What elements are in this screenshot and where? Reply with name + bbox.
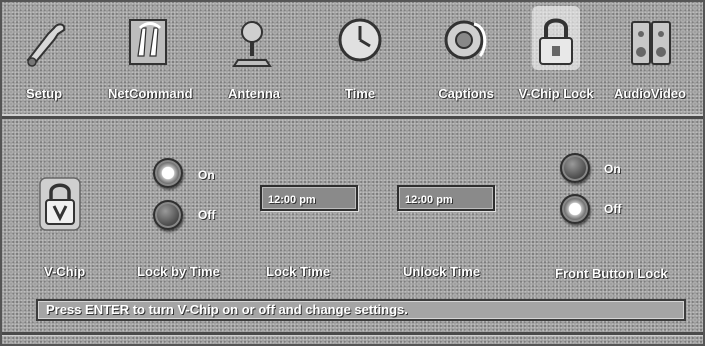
- lock-by-time-label: Lock by Time: [137, 264, 220, 279]
- menu-item-time[interactable]: Time: [320, 12, 400, 108]
- front-button-lock-off-radio[interactable]: [560, 194, 590, 224]
- menu-item-netcommand[interactable]: NetCommand: [108, 12, 193, 108]
- lock-by-time-on-label: On: [198, 168, 215, 182]
- speaker-icon: [631, 21, 671, 65]
- status-help-bar: Press ENTER to turn V-Chip on or off and…: [36, 299, 686, 321]
- lock-time-label: Lock Time: [266, 264, 331, 279]
- top-menu-bar: Setup NetCommand Antenna Time Captions V…: [2, 2, 703, 119]
- menu-item-setup[interactable]: Setup: [4, 12, 84, 108]
- front-button-lock-label: Front Button Lock: [555, 266, 668, 281]
- vchip-settings-screen: Setup NetCommand Antenna Time Captions V…: [0, 0, 705, 346]
- padlock-v-icon: [39, 177, 81, 231]
- menu-item-label: AudioVideo: [614, 86, 686, 101]
- vchip-toggle[interactable]: [38, 176, 82, 232]
- wrench-icon: [26, 23, 66, 67]
- menu-item-audiovideo[interactable]: AudioVideo: [610, 12, 690, 108]
- lock-by-time-on-radio[interactable]: [153, 158, 183, 188]
- menu-item-vchip-lock[interactable]: V-Chip Lock: [516, 6, 596, 108]
- clock-icon: [338, 18, 382, 62]
- bottom-divider: [2, 332, 703, 335]
- menu-item-antenna[interactable]: Antenna: [214, 12, 294, 108]
- front-button-lock-off-label: Off: [604, 202, 622, 216]
- lock-by-time-off-label: Off: [198, 208, 216, 222]
- padlock-icon: [539, 18, 573, 65]
- menu-item-label: Captions: [438, 86, 494, 101]
- lock-time-field[interactable]: 12:00 pm: [260, 185, 358, 211]
- vchip-label: V-Chip: [44, 264, 86, 279]
- front-button-lock-on-label: On: [604, 162, 621, 176]
- netcommand-icon: [129, 19, 167, 65]
- unlock-time-label: Unlock Time: [403, 264, 481, 279]
- lock-by-time-off-radio[interactable]: [153, 200, 183, 230]
- menu-item-label: Setup: [25, 86, 63, 101]
- captions-icon: [444, 20, 487, 60]
- unlock-time-field[interactable]: 12:00 pm: [397, 185, 495, 211]
- menu-item-captions[interactable]: Captions: [426, 12, 506, 108]
- menu-item-label: V-Chip Lock: [518, 86, 594, 101]
- front-button-lock-on-radio[interactable]: [560, 153, 590, 183]
- menu-item-label: Antenna: [228, 86, 280, 101]
- antenna-icon: [232, 21, 272, 67]
- menu-item-label: NetCommand: [108, 86, 193, 101]
- menu-item-label: Time: [344, 86, 376, 101]
